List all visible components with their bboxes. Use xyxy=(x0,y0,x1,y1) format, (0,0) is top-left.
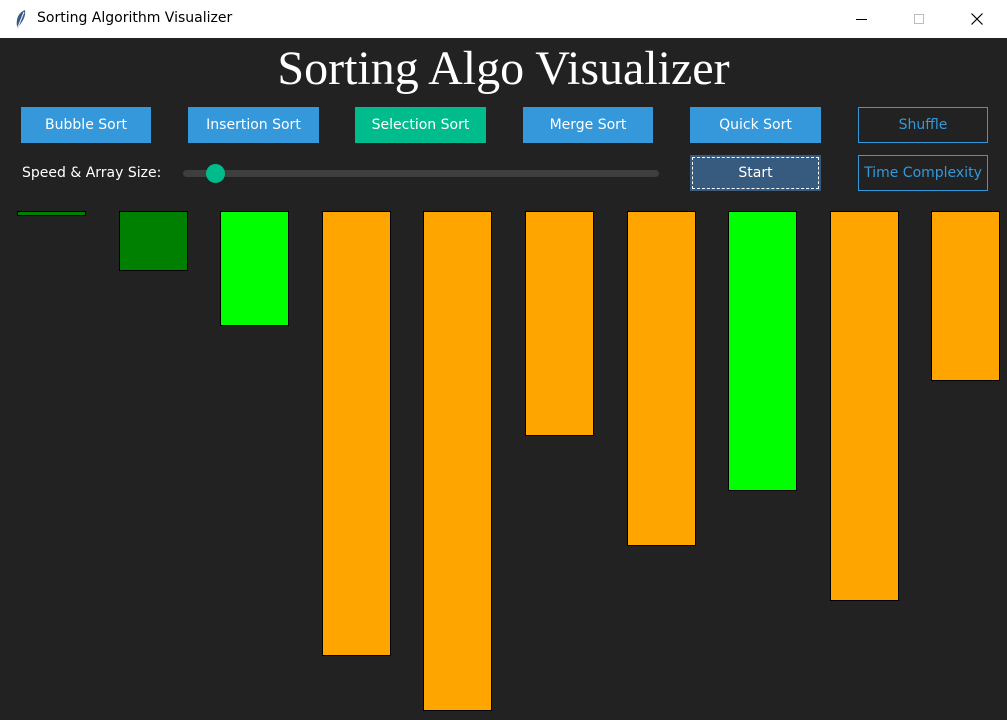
array-bar xyxy=(830,211,899,601)
maximize-button[interactable] xyxy=(890,0,948,38)
page-title: Sorting Algo Visualizer xyxy=(277,42,730,95)
window-title: Sorting Algorithm Visualizer xyxy=(37,10,233,26)
array-bar xyxy=(423,211,492,711)
selection-sort-button[interactable]: Selection Sort xyxy=(355,107,486,143)
array-bar xyxy=(728,211,797,491)
close-icon xyxy=(971,13,983,25)
merge-sort-button[interactable]: Merge Sort xyxy=(523,107,653,143)
bubble-sort-button[interactable]: Bubble Sort xyxy=(21,107,151,143)
array-bar xyxy=(525,211,594,436)
start-button[interactable]: Start xyxy=(690,155,821,191)
quick-sort-button[interactable]: Quick Sort xyxy=(690,107,821,143)
array-bar xyxy=(119,211,188,271)
main-canvas: Sorting Algo Visualizer Bubble Sort Inse… xyxy=(0,38,1007,720)
speed-array-size-slider[interactable] xyxy=(183,170,659,177)
array-bar xyxy=(220,211,289,326)
array-bar xyxy=(931,211,1000,381)
maximize-icon xyxy=(914,14,924,24)
minimize-icon xyxy=(855,18,867,20)
array-bar xyxy=(322,211,391,656)
slider-handle[interactable] xyxy=(206,164,225,183)
array-bar xyxy=(17,211,86,216)
minimize-button[interactable] xyxy=(832,0,890,38)
array-bar xyxy=(627,211,696,546)
array-bars xyxy=(0,38,1007,720)
time-complexity-button[interactable]: Time Complexity xyxy=(858,155,988,191)
insertion-sort-button[interactable]: Insertion Sort xyxy=(188,107,319,143)
feather-icon xyxy=(16,10,26,28)
title-bar: Sorting Algorithm Visualizer xyxy=(0,0,1007,38)
close-button[interactable] xyxy=(948,0,1006,38)
speed-array-size-label: Speed & Array Size: xyxy=(22,165,162,181)
shuffle-button[interactable]: Shuffle xyxy=(858,107,988,143)
